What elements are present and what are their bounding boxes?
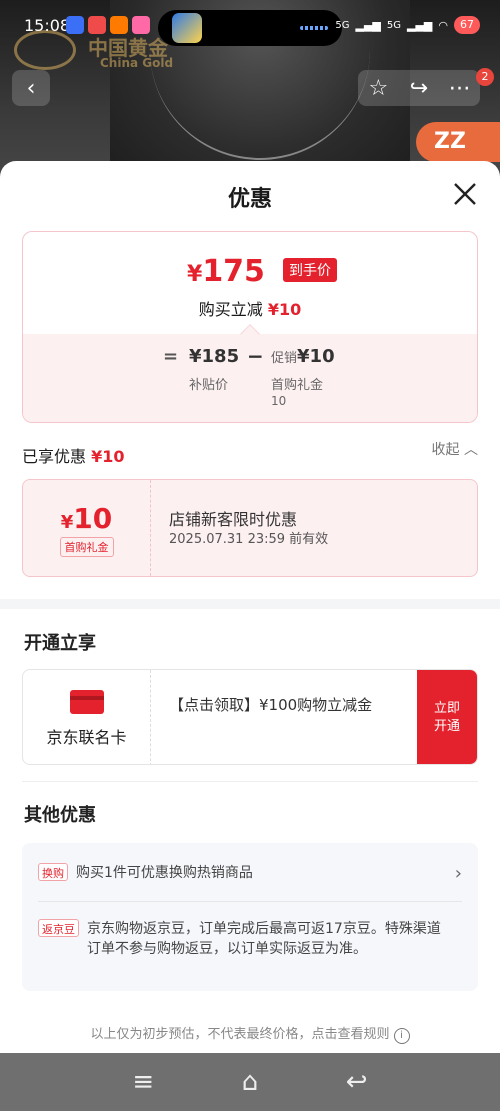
dynamic-island[interactable] xyxy=(158,10,342,46)
card-left: 京东联名卡 xyxy=(23,670,151,764)
coupon-tag: 首购礼金 xyxy=(59,537,114,557)
system-nav-bar: ≡ ⌂ ↩ xyxy=(0,1053,500,1111)
favorite-star-icon[interactable]: ☆ xyxy=(358,76,399,101)
chevron-up-icon: ︿ xyxy=(464,442,478,458)
island-app-icon xyxy=(172,13,202,43)
jd-card-offer[interactable]: 京东联名卡 【点击领取】¥100购物立减金 立即开通 xyxy=(22,669,478,765)
corner-tag: ZZ xyxy=(416,122,500,162)
signal-icon-1: 5G xyxy=(335,19,350,31)
final-price: ¥175 xyxy=(187,254,265,289)
signal-icon-2: 5G xyxy=(386,19,401,31)
menu-icon[interactable]: ≡ xyxy=(123,1067,163,1097)
coupon-amount: ¥10 xyxy=(23,502,150,535)
sheet-title: 优惠 xyxy=(227,187,272,212)
watermark-en: China Gold xyxy=(100,56,174,70)
collapse-label: 收起 xyxy=(431,442,460,458)
list-item[interactable]: 换购 购买1件可优惠换购热销商品 xyxy=(38,863,438,883)
other-offers-box: 换购 购买1件可优惠换购热销商品 › 返京豆 京东购物返京豆，订单完成后最高可返… xyxy=(22,843,478,991)
reduce-amount: ¥10 xyxy=(267,300,302,319)
taobao-icon xyxy=(110,16,128,34)
status-bar: 15:08 5G ▂▄▆ 5G ▂▄▆ ◠ 67 xyxy=(0,0,500,54)
final-price-tag: 到手价 xyxy=(283,258,337,282)
collapse-button[interactable]: 收起 ︿ xyxy=(432,439,478,459)
share-icon[interactable]: ↪ xyxy=(399,76,440,101)
enjoyed-amount: ¥10 xyxy=(91,447,125,466)
promo-label: 首购礼金 xyxy=(271,378,324,393)
signal-bars-icon-2: ▂▄▆ xyxy=(407,18,433,32)
signal-bars-icon: ▂▄▆ xyxy=(355,18,381,32)
promo-amount: 促销¥10 xyxy=(271,346,335,367)
section-divider xyxy=(0,599,500,609)
coupon-title: 店铺新客限时优惠 xyxy=(169,510,298,529)
enjoyed-discount: 已享优惠 ¥10 xyxy=(22,443,125,467)
other-divider xyxy=(38,901,462,902)
notification-icons xyxy=(66,16,150,34)
other-tag: 换购 xyxy=(38,863,68,881)
calc-equals: = xyxy=(163,346,179,367)
final-price-value: 175 xyxy=(202,254,265,289)
open-now-button[interactable]: 立即开通 xyxy=(417,670,477,764)
other-text: 购买1件可优惠换购热销商品 xyxy=(76,865,253,881)
subsidy-price: ¥185 xyxy=(189,346,240,367)
other-tag: 返京豆 xyxy=(38,919,79,937)
promo-value: 10 xyxy=(271,394,287,408)
bilibili-icon xyxy=(132,16,150,34)
other-section-title: 其他优惠 xyxy=(24,805,96,826)
list-item: 返京豆 京东购物返京豆，订单完成后最高可返17京豆。特殊渠道订单不参与购物返豆，… xyxy=(38,919,448,959)
more-badge: 2 xyxy=(476,68,494,86)
chevron-right-icon[interactable]: › xyxy=(455,863,462,884)
battery-icon: 67 xyxy=(454,16,480,34)
info-icon: i xyxy=(393,1028,410,1044)
coupon-card[interactable]: ¥10 首购礼金 店铺新客限时优惠 2025.07.31 23:59 前有效 xyxy=(22,479,478,577)
coupon-expiry: 2025.07.31 23:59 前有效 xyxy=(169,532,329,547)
system-icons: 5G ▂▄▆ 5G ▂▄▆ ◠ 67 xyxy=(335,16,480,34)
other-text: 京东购物返京豆，订单完成后最高可返17京豆。特殊渠道订单不参与购物返豆，以订单实… xyxy=(87,921,441,957)
subsidy-label: 补贴价 xyxy=(189,378,229,393)
status-time: 15:08 xyxy=(24,16,71,35)
separator-line xyxy=(22,781,478,782)
home-icon[interactable]: ⌂ xyxy=(230,1067,270,1097)
promo-amount-value: ¥10 xyxy=(297,346,335,367)
coupon-currency: ¥ xyxy=(60,512,74,533)
wps-icon xyxy=(66,16,84,34)
reduce-line: 购买立减 ¥10 xyxy=(23,296,477,320)
rules-footnote[interactable]: 以上仅为初步预估，不代表最终价格，点击查看规则 i xyxy=(0,1023,500,1044)
weibo-icon xyxy=(88,16,106,34)
card-name: 京东联名卡 xyxy=(46,728,127,747)
close-icon[interactable] xyxy=(452,181,478,207)
open-section-title: 开通立享 xyxy=(24,633,96,654)
final-price-currency: ¥ xyxy=(187,262,203,287)
island-wave-icon xyxy=(300,26,328,30)
credit-card-icon xyxy=(69,690,104,714)
coupon-amount-area: ¥10 首购礼金 xyxy=(23,480,151,576)
chevron-left-icon: ‹ xyxy=(26,75,36,101)
coupon-value: 10 xyxy=(73,502,113,535)
calc-minus: − xyxy=(247,344,264,368)
enjoyed-label: 已享优惠 xyxy=(22,447,87,466)
top-actions: ☆ ↪ ⋯ xyxy=(358,70,480,106)
price-summary-card: ¥175 到手价 购买立减 ¥10 = ¥185 补贴价 − 促销¥10 首购礼… xyxy=(22,231,478,423)
footnote-text: 以上仅为初步预估，不代表最终价格，点击查看规则 xyxy=(90,1027,390,1042)
back-button[interactable]: ‹ xyxy=(12,70,50,106)
reduce-label: 购买立减 xyxy=(198,300,263,319)
wifi-icon: ◠ xyxy=(438,18,448,32)
back-icon[interactable]: ↩ xyxy=(337,1067,377,1097)
discount-sheet: 优惠 ¥175 到手价 购买立减 ¥10 = ¥185 补贴价 − 促销 ¥10 … xyxy=(0,161,500,1053)
card-desc: 【点击领取】¥100购物立减金 xyxy=(169,696,373,714)
more-icon[interactable]: ⋯ xyxy=(439,76,480,101)
promo-prefix: 促销 xyxy=(271,351,298,366)
